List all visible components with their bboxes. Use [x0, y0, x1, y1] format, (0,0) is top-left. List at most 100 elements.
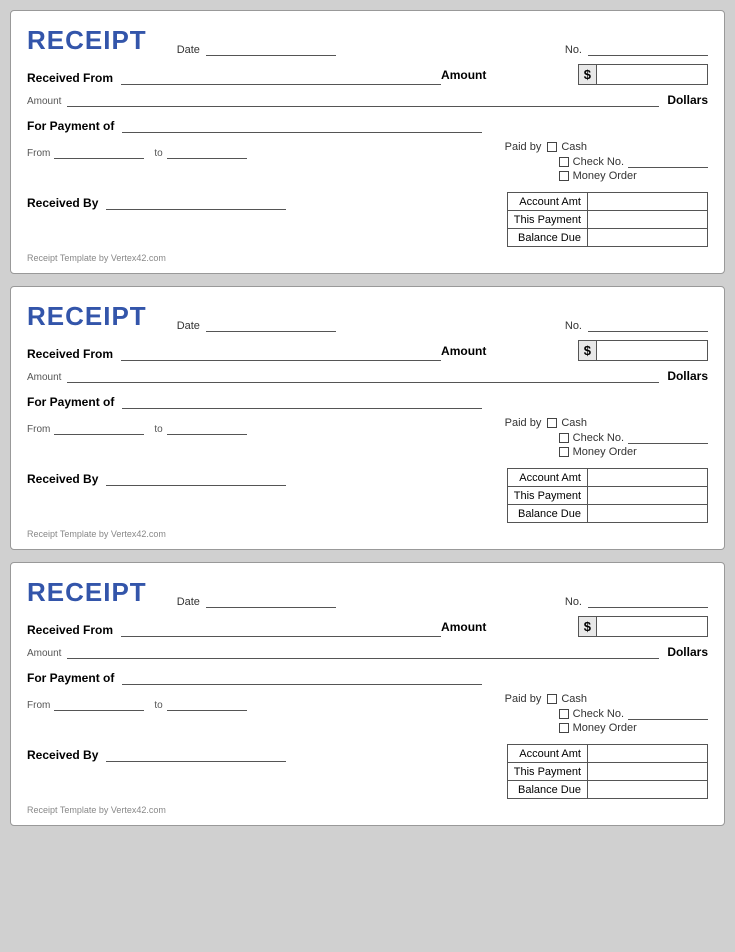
receipt-footer-2: Receipt Template by Vertex42.com [27, 529, 708, 539]
dollar-sign-1: $ [579, 65, 597, 84]
amount-words-input-2[interactable] [67, 365, 659, 383]
received-by-section-3: Received By [27, 744, 507, 762]
check-no-input-2[interactable] [628, 431, 708, 444]
no-input-1[interactable] [588, 38, 708, 56]
dollars-text-3: Dollars [667, 645, 708, 659]
received-from-label-1: Received From [27, 71, 113, 85]
receipt-2: RECEIPT Date No. Received From Amount $ … [10, 286, 725, 550]
to-input-2[interactable] [167, 417, 247, 435]
date-label-1: Date [177, 44, 200, 56]
received-by-label-3: Received By [27, 748, 98, 762]
amount-label-1: Amount [441, 68, 486, 82]
amount-words-input-1[interactable] [67, 89, 659, 107]
paid-by-row-2: Paid by Cash [505, 417, 708, 429]
paid-by-section-2: Paid by Cash Check No. Money Order [505, 417, 708, 460]
payment-input-2[interactable] [122, 391, 482, 409]
cash-checkbox-1[interactable] [547, 142, 557, 152]
this-payment-value-1 [588, 211, 708, 229]
payment-row-3: For Payment of [27, 667, 708, 685]
to-label-1: to [154, 148, 162, 159]
no-input-2[interactable] [588, 314, 708, 332]
receipt-1: RECEIPT Date No. Received From Amount $ … [10, 10, 725, 274]
cash-checkbox-2[interactable] [547, 418, 557, 428]
balance-due-value-2 [588, 505, 708, 523]
cash-checkbox-3[interactable] [547, 694, 557, 704]
to-label-3: to [154, 700, 162, 711]
amount-words-label-1: Amount [27, 96, 61, 107]
payment-input-1[interactable] [122, 115, 482, 133]
from-input-1[interactable] [54, 141, 144, 159]
received-from-input-3[interactable] [121, 619, 441, 637]
from-input-3[interactable] [54, 693, 144, 711]
dollars-text-1: Dollars [667, 93, 708, 107]
amount-label-2: Amount [441, 344, 486, 358]
header-row-2: RECEIPT Date No. [27, 301, 708, 332]
date-input-3[interactable] [206, 590, 336, 608]
account-table-1: Account Amt This Payment Balance Due [507, 192, 708, 247]
header-center-1: Date [177, 38, 565, 56]
amount-input-3[interactable] [597, 617, 707, 636]
date-input-1[interactable] [206, 38, 336, 56]
money-order-checkbox-1[interactable] [559, 171, 569, 181]
header-right-3: No. [565, 590, 708, 608]
header-center-2: Date [177, 314, 565, 332]
account-table-3: Account Amt This Payment Balance Due [507, 744, 708, 799]
check-checkbox-1[interactable] [559, 157, 569, 167]
money-order-row-3: Money Order [505, 722, 708, 734]
balance-due-label-1: Balance Due [507, 229, 587, 247]
from-label-3: From [27, 700, 50, 711]
check-no-input-3[interactable] [628, 707, 708, 720]
from-label-1: From [27, 148, 50, 159]
no-label-1: No. [565, 44, 582, 56]
date-input-2[interactable] [206, 314, 336, 332]
received-from-label-2: Received From [27, 347, 113, 361]
no-label-2: No. [565, 320, 582, 332]
header-row-3: RECEIPT Date No. [27, 577, 708, 608]
check-checkbox-2[interactable] [559, 433, 569, 443]
received-by-input-3[interactable] [106, 744, 286, 762]
received-from-input-2[interactable] [121, 343, 441, 361]
amount-words-label-2: Amount [27, 372, 61, 383]
payment-row-2: For Payment of [27, 391, 708, 409]
payment-input-3[interactable] [122, 667, 482, 685]
amount-words-input-3[interactable] [67, 641, 659, 659]
money-order-checkbox-3[interactable] [559, 723, 569, 733]
bottom-row-2: Received By Account Amt This Payment Bal… [27, 468, 708, 523]
amount-input-2[interactable] [597, 341, 707, 360]
receipt-title-3: RECEIPT [27, 577, 147, 608]
paid-by-label-2: Paid by [505, 417, 542, 429]
cash-label-3: Cash [561, 693, 587, 705]
check-label-3: Check No. [573, 708, 624, 720]
from-to-row-3: From to Paid by Cash Check No. Money Ord… [27, 693, 708, 736]
header-right-2: No. [565, 314, 708, 332]
received-by-input-1[interactable] [106, 192, 286, 210]
check-row-3: Check No. [505, 707, 708, 720]
receipt-footer-1: Receipt Template by Vertex42.com [27, 253, 708, 263]
money-order-label-3: Money Order [573, 722, 637, 734]
this-payment-row-2: This Payment [507, 487, 707, 505]
amount-input-1[interactable] [597, 65, 707, 84]
to-input-1[interactable] [167, 141, 247, 159]
account-amt-label-3: Account Amt [507, 745, 587, 763]
check-row-1: Check No. [505, 155, 708, 168]
to-label-2: to [154, 424, 162, 435]
received-from-input-1[interactable] [121, 67, 441, 85]
check-checkbox-3[interactable] [559, 709, 569, 719]
header-right-1: No. [565, 38, 708, 56]
received-from-row-1: Received From Amount $ [27, 64, 708, 85]
from-input-2[interactable] [54, 417, 144, 435]
paid-by-row-3: Paid by Cash [505, 693, 708, 705]
amount-words-row-2: Amount Dollars [27, 365, 708, 383]
header-row-1: RECEIPT Date No. [27, 25, 708, 56]
for-payment-label-2: For Payment of [27, 395, 114, 409]
no-input-3[interactable] [588, 590, 708, 608]
receipt-3: RECEIPT Date No. Received From Amount $ … [10, 562, 725, 826]
to-input-3[interactable] [167, 693, 247, 711]
received-by-input-2[interactable] [106, 468, 286, 486]
account-amt-row-3: Account Amt [507, 745, 707, 763]
check-no-input-1[interactable] [628, 155, 708, 168]
receipt-footer-3: Receipt Template by Vertex42.com [27, 805, 708, 815]
this-payment-value-2 [588, 487, 708, 505]
money-order-checkbox-2[interactable] [559, 447, 569, 457]
paid-by-label-3: Paid by [505, 693, 542, 705]
